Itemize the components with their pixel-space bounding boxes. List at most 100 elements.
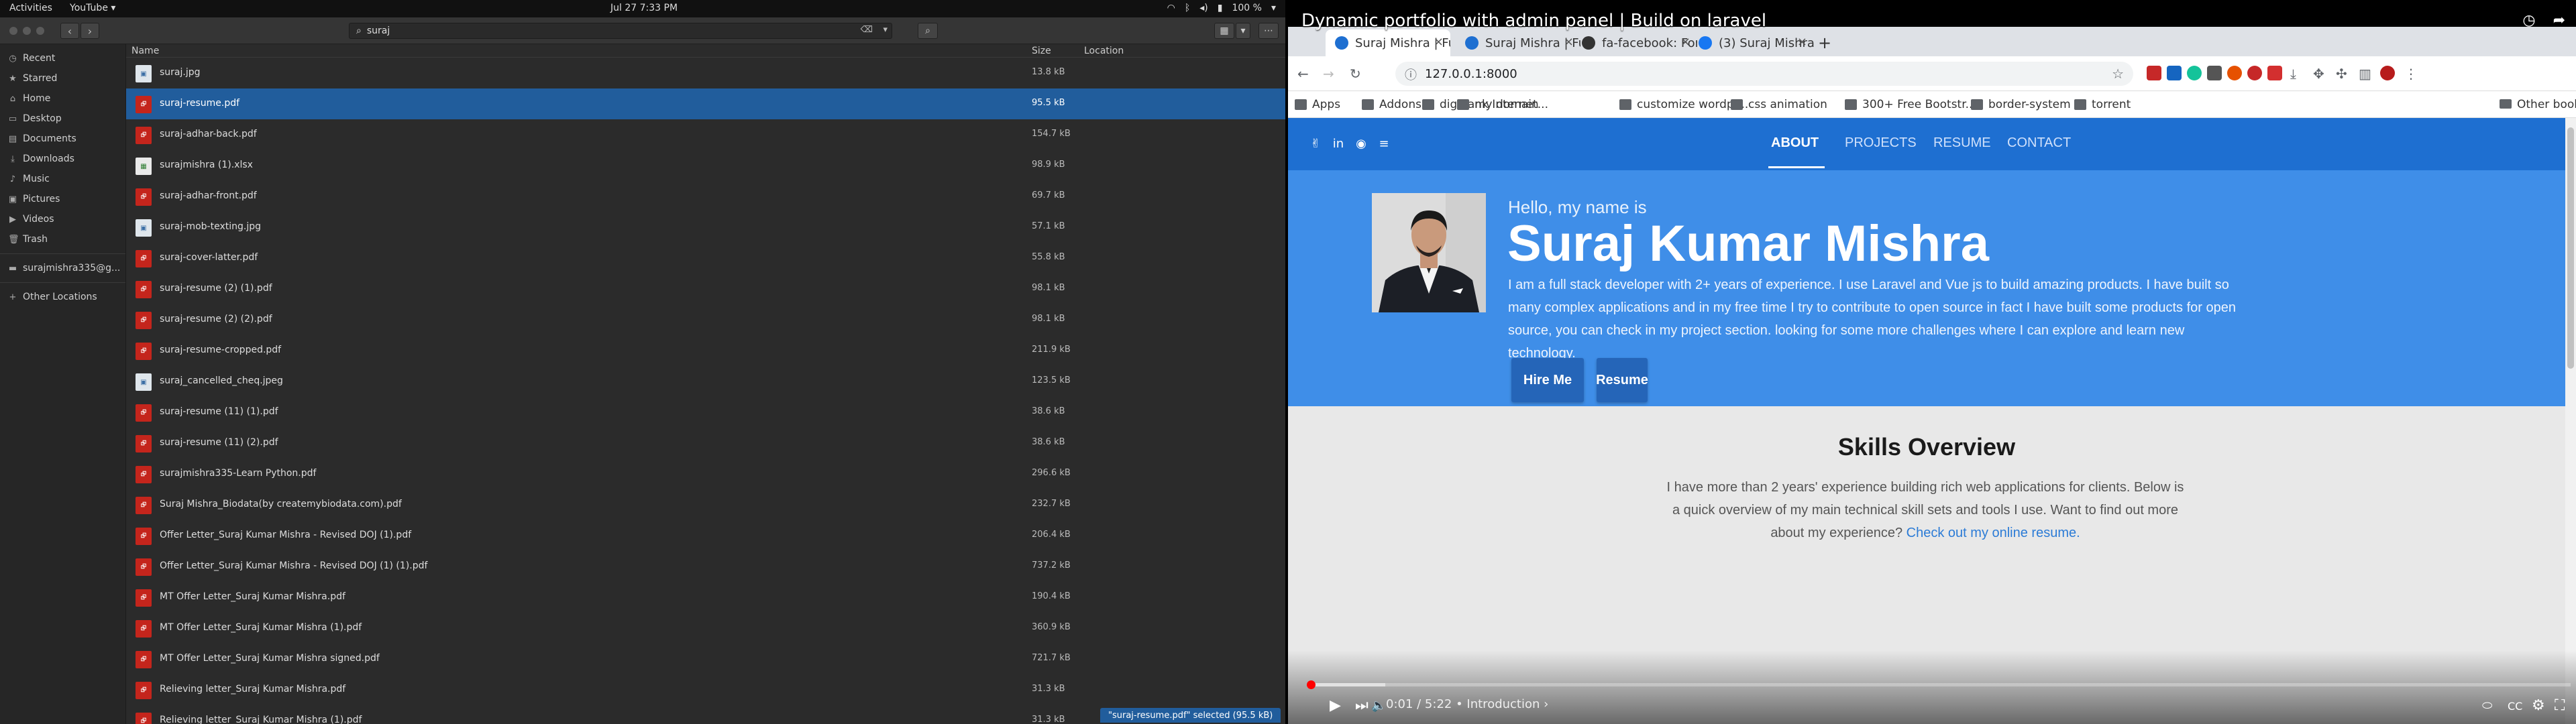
play-icon[interactable]: ▶: [1330, 697, 1341, 714]
forward-button[interactable]: ›: [80, 23, 99, 39]
table-row[interactable]: ⮺ suraj-adhar-front.pdf 69.7 kB: [126, 181, 1285, 212]
sidebar-item-pictures[interactable]: ▣ Pictures: [0, 189, 125, 209]
table-row[interactable]: ⮺ surajmishra335-Learn Python.pdf 296.6 kB: [126, 459, 1285, 489]
next-icon[interactable]: ⏭: [1355, 697, 1368, 714]
table-row[interactable]: ⮺ MT Offer Letter_Suraj Kumar Mishra sign…: [126, 644, 1285, 674]
sidebar-item-other-locations[interactable]: + Other Locations: [0, 287, 125, 307]
column-header-name[interactable]: Name: [131, 46, 159, 56]
sidebar-item-downloads[interactable]: ⤓ Downloads: [0, 149, 125, 169]
sidebar-item-home[interactable]: ⌂ Home: [0, 88, 125, 109]
bookmark-item[interactable]: my domain: [1457, 98, 1539, 111]
close-window-button[interactable]: [9, 27, 17, 35]
table-row[interactable]: ▦ surajmishra (1).xlsx 98.9 kB: [126, 150, 1285, 181]
nav-resume[interactable]: RESUME: [1933, 135, 1991, 151]
volume-icon[interactable]: 🔈: [1371, 699, 1386, 713]
profile-avatar[interactable]: [2380, 66, 2395, 80]
subtitles-icon[interactable]: CC: [2508, 700, 2522, 713]
bookmark-item[interactable]: Apps: [1295, 98, 1340, 111]
clear-search-icon[interactable]: ⌫: [861, 25, 873, 35]
close-tab-icon[interactable]: ×: [1797, 35, 1807, 49]
nav-about[interactable]: ABOUT: [1771, 135, 1819, 151]
online-resume-link[interactable]: Check out my online resume.: [1907, 526, 2080, 540]
column-header-location[interactable]: Location: [1084, 46, 1124, 56]
progress-bar[interactable]: [1309, 683, 2571, 686]
extension-icon[interactable]: ✥: [2313, 66, 2324, 82]
sidebar-item-music[interactable]: ♪ Music: [0, 169, 125, 189]
system-tray[interactable]: ◠ ᛒ ◂) ▮ 100 % ▾: [1167, 3, 1276, 13]
sidebar-item-starred[interactable]: ★ Starred: [0, 68, 125, 88]
bookmark-item[interactable]: border-system: [1971, 98, 2071, 111]
menu-button[interactable]: ⋯: [1258, 23, 1279, 39]
table-row[interactable]: ⮺ Offer Letter_Suraj Kumar Mishra - Revis…: [126, 551, 1285, 582]
resume-button[interactable]: Resume: [1596, 358, 1648, 402]
maximize-window-button[interactable]: [36, 27, 44, 35]
extension-icon[interactable]: [2227, 66, 2242, 80]
forward-arrow-icon[interactable]: →: [1323, 66, 1334, 82]
table-row[interactable]: ⮺ suraj-adhar-back.pdf 154.7 kB: [126, 119, 1285, 150]
stackoverflow-icon[interactable]: ≡: [1377, 137, 1391, 152]
sidebar-item-documents[interactable]: ▤ Documents: [0, 129, 125, 149]
nav-projects[interactable]: PROJECTS: [1845, 135, 1917, 151]
table-row[interactable]: ▣ suraj_cancelled_cheq.jpeg 123.5 kB: [126, 366, 1285, 397]
table-row[interactable]: ⮺ Relieving letter_Suraj Kumar Mishra.pdf…: [126, 674, 1285, 705]
sidebar-item-account[interactable]: ▬ surajmishra335@g...: [0, 258, 125, 278]
reload-icon[interactable]: ↻: [1350, 66, 1361, 82]
time-display[interactable]: 0:01 / 5:22 • Introduction ›: [1386, 697, 1548, 711]
table-row[interactable]: ⮺ suraj-cover-latter.pdf 55.8 kB: [126, 243, 1285, 274]
extension-icon[interactable]: [2207, 66, 2222, 80]
tab-2[interactable]: Suraj Mishra | Full stack develop×: [1456, 29, 1580, 56]
sidebar-item-trash[interactable]: 🗑 Trash: [0, 229, 125, 249]
address-bar[interactable]: ⓘ 127.0.0.1:8000 ☆: [1395, 62, 2133, 86]
search-toggle-button[interactable]: ⌕: [918, 23, 938, 39]
table-row[interactable]: ▣ suraj-mob-texting.jpg 57.1 kB: [126, 212, 1285, 243]
bookmark-item[interactable]: Addons: [1362, 98, 1421, 111]
angellist-icon[interactable]: ✌: [1308, 137, 1323, 152]
activities-button[interactable]: Activities: [9, 3, 52, 13]
search-bar[interactable]: ⌕ ⌫ ▾: [349, 23, 892, 39]
extension-icon[interactable]: [2167, 66, 2182, 80]
autoplay-toggle[interactable]: ⬭: [2482, 699, 2492, 713]
table-row[interactable]: ⮺ Offer Letter_Suraj Kumar Mishra - Revis…: [126, 520, 1285, 551]
table-row[interactable]: ⮺ suraj-resume (2) (2).pdf 98.1 kB: [126, 304, 1285, 335]
grammarly-icon[interactable]: [2187, 66, 2202, 80]
minimize-window-button[interactable]: [23, 27, 31, 35]
search-options-chevron-icon[interactable]: ▾: [883, 25, 888, 35]
bookmark-item[interactable]: 300+ Free Bootstr...: [1845, 98, 1976, 111]
back-arrow-icon[interactable]: ←: [1297, 66, 1309, 82]
linkedin-icon[interactable]: in: [1331, 137, 1346, 152]
sidebar-item-recent[interactable]: ◷ Recent: [0, 48, 125, 68]
kebab-menu-icon[interactable]: ⋮: [2404, 66, 2418, 82]
info-icon[interactable]: ⓘ: [1405, 66, 1417, 83]
puzzle-icon[interactable]: ✣: [2336, 66, 2347, 82]
sidebar-item-videos[interactable]: ▶ Videos: [0, 209, 125, 229]
tab-1[interactable]: Suraj Mishra | Full stack develop×: [1326, 29, 1450, 56]
fullscreen-icon[interactable]: ⛶: [2555, 697, 2565, 714]
sidebar-icon[interactable]: ▥: [2359, 66, 2371, 82]
back-button[interactable]: ‹: [60, 23, 79, 39]
tab-4[interactable]: (3) Suraj Mishra | Facebook×: [1689, 29, 1814, 56]
bookmark-item[interactable]: customize wordpr...: [1619, 98, 1748, 111]
adblock-icon[interactable]: [2247, 66, 2262, 80]
table-row[interactable]: ⮺ Suraj Mishra_Biodata(by createmybiodata…: [126, 489, 1285, 520]
close-tab-icon[interactable]: ×: [1434, 35, 1444, 49]
table-row[interactable]: ⮺ suraj-resume (11) (1).pdf 38.6 kB: [126, 397, 1285, 428]
url-text[interactable]: 127.0.0.1:8000: [1425, 67, 1517, 81]
new-tab-icon[interactable]: +: [1818, 34, 1831, 52]
download-icon[interactable]: ⤓: [2290, 66, 2296, 82]
youtube-player[interactable]: Dynamic portfolio with admin panel | Bui…: [1288, 0, 2576, 724]
table-row[interactable]: ⮺ suraj-resume (2) (1).pdf 98.1 kB: [126, 274, 1285, 304]
bookmark-item[interactable]: css animation: [1731, 98, 1827, 111]
table-row[interactable]: ⮺ MT Offer Letter_Suraj Kumar Mishra (1).…: [126, 613, 1285, 644]
table-row[interactable]: ⮺ suraj-resume-cropped.pdf 211.9 kB: [126, 335, 1285, 366]
bookmark-item[interactable]: torrent: [2074, 98, 2131, 111]
grid-view-button[interactable]: ▦: [1214, 23, 1234, 39]
table-row[interactable]: ⮺ MT Offer Letter_Suraj Kumar Mishra.pdf 1…: [126, 582, 1285, 613]
nav-contact[interactable]: CONTACT: [2007, 135, 2071, 151]
table-row[interactable]: ⮺ suraj-resume (11) (2).pdf 38.6 kB: [126, 428, 1285, 459]
table-row[interactable]: ▣ suraj.jpg 13.8 kB: [126, 58, 1285, 88]
settings-gear-icon[interactable]: ⚙: [2532, 697, 2545, 714]
table-row[interactable]: ⮺ suraj-resume.pdf 95.5 kB: [126, 88, 1285, 119]
bookmark-star-icon[interactable]: ☆: [2112, 66, 2124, 82]
app-menu[interactable]: YouTube ▾: [70, 3, 115, 13]
sidebar-item-desktop[interactable]: ▭ Desktop: [0, 109, 125, 129]
